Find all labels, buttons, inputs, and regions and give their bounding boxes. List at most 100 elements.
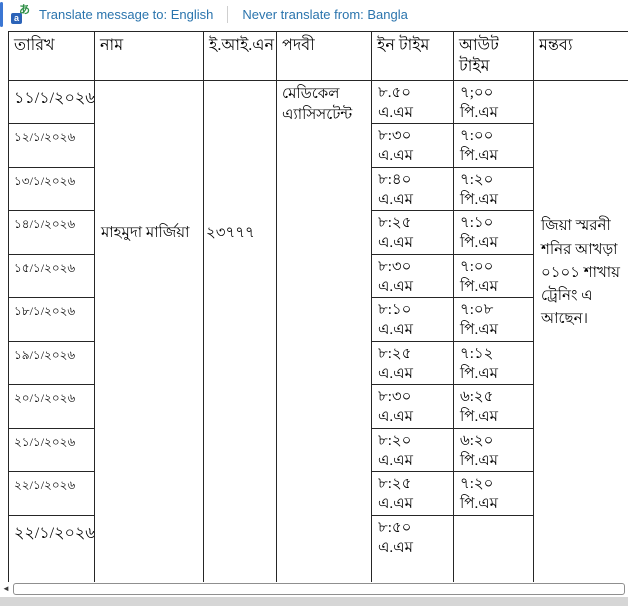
out-time-cell: ৬:২০ পি.এম bbox=[454, 428, 534, 472]
in-time-value: ৮.৫০ bbox=[378, 83, 451, 103]
date-cell: ২১/১/২০২৬ bbox=[9, 428, 95, 472]
in-time-cell: ৮:১০ এ.এম bbox=[372, 298, 454, 342]
out-time-value: ৭:০০ bbox=[460, 257, 531, 277]
header-comment: মন্তব্য bbox=[534, 32, 628, 81]
date-cell: ২২/১/২০২৬ bbox=[9, 472, 95, 516]
table-row: ১১/১/২০২৬ মাহমুদা মার্জিয়া ২৩৭৭৭ মেডিকে… bbox=[9, 80, 628, 124]
in-time-ampm: এ.এম bbox=[378, 103, 451, 123]
horizontal-scrollbar[interactable]: ◄ bbox=[0, 582, 628, 596]
in-time-value: ৮:২৫ bbox=[378, 213, 451, 233]
out-time-value: ৭:১২ bbox=[460, 344, 531, 364]
ein-cell: ২৩৭৭৭ bbox=[204, 80, 277, 587]
out-time-cell: ৬:২৫ পি.এম bbox=[454, 385, 534, 429]
in-time-cell: ৮:৩০ এ.এম bbox=[372, 385, 454, 429]
in-time-ampm: এ.এম bbox=[378, 451, 451, 471]
translate-icon bbox=[11, 6, 30, 24]
in-time-ampm: এ.এম bbox=[378, 407, 451, 427]
out-time-ampm: পি.এম bbox=[460, 190, 531, 210]
in-time-cell: ৮:৩০ এ.এম bbox=[372, 124, 454, 168]
in-time-ampm: এ.এম bbox=[378, 364, 451, 384]
out-time-cell: ৭:২০ পি.এম bbox=[454, 472, 534, 516]
bottom-strip bbox=[0, 597, 628, 606]
in-time-ampm: এ.এম bbox=[378, 320, 451, 340]
in-time-ampm: এ.এম bbox=[378, 277, 451, 297]
date-cell: ১৮/১/২০২৬ bbox=[9, 298, 95, 342]
in-time-cell: ৮:৪০ এ.এম bbox=[372, 167, 454, 211]
date-cell: ২২/১/২০২৬ bbox=[9, 515, 95, 587]
attendance-table-container: তারিখ নাম ই.আই.এন পদবী ইন টাইম আউট টাইম … bbox=[8, 31, 628, 588]
out-time-ampm: পি.এম bbox=[460, 103, 531, 123]
out-time-value: ৬:২৫ bbox=[460, 387, 531, 407]
in-time-cell: ৮:২০ এ.এম bbox=[372, 428, 454, 472]
out-time-value: ৭:২০ bbox=[460, 170, 531, 190]
out-time-cell: ৭:০৮ পি.এম bbox=[454, 298, 534, 342]
in-time-ampm: এ.এম bbox=[378, 494, 451, 514]
out-time-value: ৭:২০ bbox=[460, 474, 531, 494]
out-time-value: ৬:২০ bbox=[460, 431, 531, 451]
out-time-value: ৭;০০ bbox=[460, 83, 531, 103]
header-row: তারিখ নাম ই.আই.এন পদবী ইন টাইম আউট টাইম … bbox=[9, 32, 628, 81]
translate-bar: Translate message to: English Never tran… bbox=[0, 0, 628, 29]
in-time-cell: ৮:৫০ এ.এম bbox=[372, 515, 454, 587]
scroll-left-button[interactable]: ◄ bbox=[0, 582, 12, 596]
out-time-cell: ৭:০০ পি.এম bbox=[454, 254, 534, 298]
left-arrow-icon: ◄ bbox=[2, 585, 10, 593]
out-time-ampm: পি.এম bbox=[460, 233, 531, 253]
name-cell: মাহমুদা মার্জিয়া bbox=[95, 80, 204, 587]
header-designation: পদবী bbox=[277, 32, 372, 81]
in-time-value: ৮:২৫ bbox=[378, 474, 451, 494]
out-time-cell: ৭:২০ পি.এম bbox=[454, 167, 534, 211]
in-time-cell: ৮:২৫ এ.এম bbox=[372, 472, 454, 516]
in-time-value: ৮:৪০ bbox=[378, 170, 451, 190]
in-time-cell: ৮.৫০ এ.এম bbox=[372, 80, 454, 124]
in-time-ampm: এ.এম bbox=[378, 538, 451, 558]
in-time-cell: ৮:২৫ এ.এম bbox=[372, 211, 454, 255]
in-time-ampm: এ.এম bbox=[378, 190, 451, 210]
in-time-cell: ৮:২৫ এ.এম bbox=[372, 341, 454, 385]
translate-message-link[interactable]: Translate message to: English bbox=[39, 7, 213, 22]
header-out-time: আউট টাইম bbox=[454, 32, 534, 81]
out-time-ampm: পি.এম bbox=[460, 320, 531, 340]
date-cell: ১৯/১/২০২৬ bbox=[9, 341, 95, 385]
in-time-value: ৮:৩০ bbox=[378, 126, 451, 146]
header-ein: ই.আই.এন bbox=[204, 32, 277, 81]
out-time-cell: ৭:১০ পি.এম bbox=[454, 211, 534, 255]
translate-bar-divider bbox=[227, 6, 228, 23]
header-in-time: ইন টাইম bbox=[372, 32, 454, 81]
left-accent-bar bbox=[0, 2, 3, 27]
never-translate-link[interactable]: Never translate from: Bangla bbox=[242, 7, 407, 22]
in-time-value: ৮:২৫ bbox=[378, 344, 451, 364]
out-time-ampm: পি.এম bbox=[460, 146, 531, 166]
date-cell: ১২/১/২০২৬ bbox=[9, 124, 95, 168]
in-time-value: ৮:৩০ bbox=[378, 387, 451, 407]
header-name: নাম bbox=[95, 32, 204, 81]
date-cell: ১১/১/২০২৬ bbox=[9, 80, 95, 124]
date-cell: ২০/১/২০২৬ bbox=[9, 385, 95, 429]
out-time-cell: ৭:০০ পি.এম bbox=[454, 124, 534, 168]
in-time-value: ৮:৩০ bbox=[378, 257, 451, 277]
out-time-cell bbox=[454, 515, 534, 587]
out-time-cell: ৭:১২ পি.এম bbox=[454, 341, 534, 385]
out-time-ampm: পি.এম bbox=[460, 494, 531, 514]
date-cell: ১৩/১/২০২৬ bbox=[9, 167, 95, 211]
in-time-ampm: এ.এম bbox=[378, 233, 451, 253]
scrollbar-thumb[interactable] bbox=[13, 583, 625, 595]
message-view: Translate message to: English Never tran… bbox=[0, 0, 628, 606]
out-time-ampm: পি.এম bbox=[460, 451, 531, 471]
out-time-value: ৭:০০ bbox=[460, 126, 531, 146]
out-time-ampm: পি.এম bbox=[460, 277, 531, 297]
in-time-value: ৮:২০ bbox=[378, 431, 451, 451]
in-time-value: ৮:১০ bbox=[378, 300, 451, 320]
designation-cell: মেডিকেল এ্যাসিসটেন্ট bbox=[277, 80, 372, 587]
in-time-ampm: এ.এম bbox=[378, 146, 451, 166]
date-cell: ১৫/১/২০২৬ bbox=[9, 254, 95, 298]
translate-icon-latin-glyph bbox=[11, 13, 22, 24]
out-time-value: ৭:০৮ bbox=[460, 300, 531, 320]
attendance-table: তারিখ নাম ই.আই.এন পদবী ইন টাইম আউট টাইম … bbox=[8, 31, 628, 588]
comment-cell: জিয়া স্মরনী শনির আখড়া ০১০১ শাখায় ট্রে… bbox=[534, 80, 628, 587]
date-cell: ১৪/১/২০২৬ bbox=[9, 211, 95, 255]
out-time-cell: ৭;০০ পি.এম bbox=[454, 80, 534, 124]
header-date: তারিখ bbox=[9, 32, 95, 81]
in-time-cell: ৮:৩০ এ.এম bbox=[372, 254, 454, 298]
out-time-value: ৭:১০ bbox=[460, 213, 531, 233]
